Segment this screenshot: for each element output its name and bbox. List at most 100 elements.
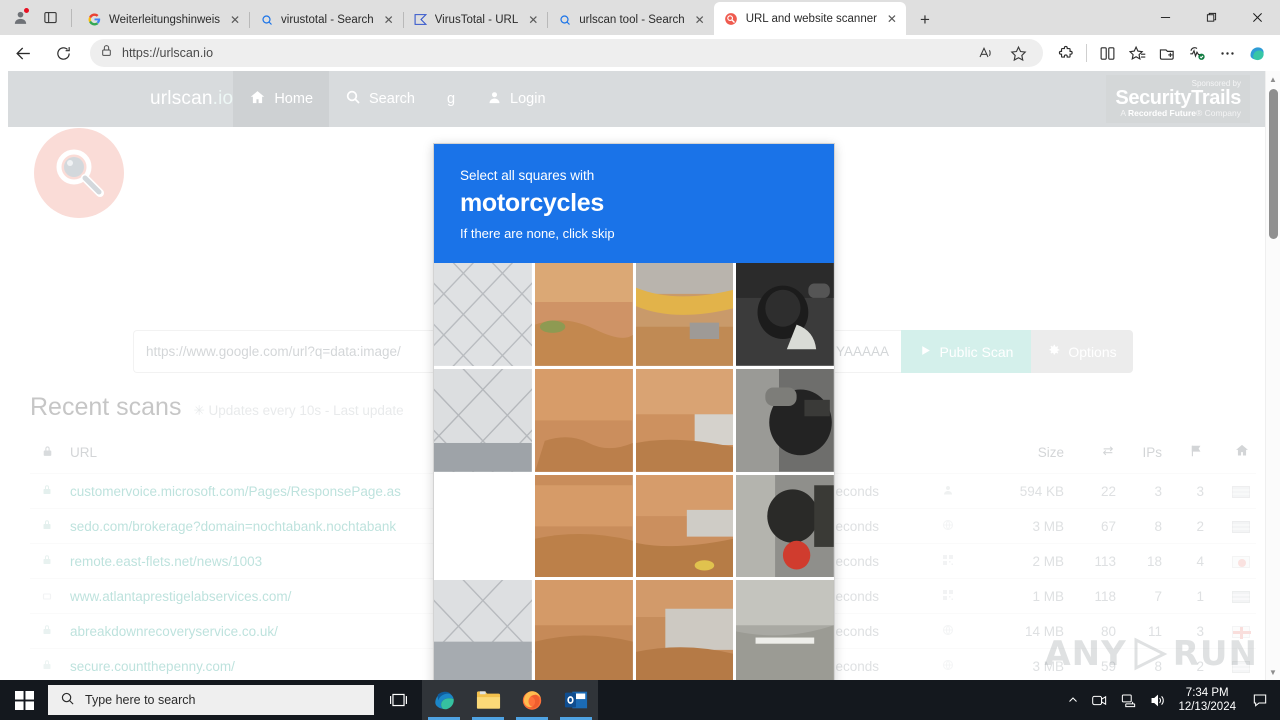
close-window-button[interactable] <box>1234 0 1280 34</box>
scroll-up-arrow-icon[interactable]: ▲ <box>1266 71 1280 87</box>
sponsor-line3-prefix: A <box>1120 108 1128 119</box>
reload-icon[interactable] <box>46 38 80 68</box>
recaptcha-tile[interactable] <box>635 263 734 366</box>
recaptcha-tile[interactable] <box>736 474 834 578</box>
page-scrollbar[interactable]: ▲ ▼ <box>1265 71 1280 680</box>
recaptcha-tile[interactable] <box>434 263 532 366</box>
column-size[interactable]: Size <box>974 439 1070 474</box>
task-view-icon[interactable] <box>374 680 422 720</box>
sponsor-line3-suffix: ® Company <box>1195 108 1241 119</box>
options-button[interactable]: Options <box>1031 330 1133 373</box>
sponsor-line2: SecurityTrails <box>1115 87 1241 110</box>
recording-icon[interactable] <box>1091 693 1108 708</box>
home-icon <box>249 89 266 110</box>
scrollbar-thumb[interactable] <box>1269 89 1278 239</box>
back-arrow-icon[interactable] <box>6 38 40 68</box>
new-tab-button[interactable]: + <box>910 5 940 35</box>
row-url-link[interactable]: secure.countthepenny.com/ <box>70 659 235 674</box>
recaptcha-tile[interactable] <box>434 368 532 472</box>
row-url-link[interactable]: sedo.com/brokerage?domain=nochtabank.noc… <box>70 519 396 534</box>
maximize-restore-button[interactable] <box>1188 0 1234 34</box>
row-requests: 113 <box>1070 543 1122 579</box>
taskbar-search-input[interactable]: Type here to search <box>48 685 374 715</box>
recent-scans-header: Recent scans ✳ Updates every 10s - Last … <box>30 393 404 422</box>
site-brand[interactable]: urlscan.io <box>150 88 233 110</box>
collections-icon[interactable] <box>1122 39 1152 67</box>
recaptcha-tile[interactable] <box>434 474 532 578</box>
chevron-up-icon[interactable] <box>1067 694 1079 706</box>
firefox-icon[interactable] <box>510 680 554 720</box>
sponsor-line3: A Recorded Future® Company <box>1115 109 1241 118</box>
column-requests[interactable] <box>1070 439 1122 474</box>
edge-icon[interactable] <box>422 680 466 720</box>
row-url-link[interactable]: customervoice.microsoft.com/Pages/Respon… <box>70 484 401 499</box>
magnifier-logo-icon[interactable] <box>34 128 124 218</box>
windows-start-icon[interactable] <box>0 680 48 720</box>
recaptcha-prompt-line3: If there are none, click skip <box>460 226 615 241</box>
close-icon[interactable]: ✕ <box>884 11 900 27</box>
split-screen-icon[interactable] <box>1092 39 1122 67</box>
taskbar-clock[interactable]: 7:34 PM 12/13/2024 <box>1178 686 1236 715</box>
recaptcha-tile[interactable] <box>736 263 834 366</box>
read-aloud-icon[interactable] <box>971 39 1001 67</box>
volume-icon[interactable] <box>1149 693 1166 708</box>
close-icon[interactable]: ✕ <box>692 12 708 28</box>
toolbar-divider <box>1086 44 1087 62</box>
row-url-link[interactable]: remote.east-flets.net/news/1003 <box>70 554 262 569</box>
recaptcha-tile[interactable] <box>534 263 633 366</box>
close-icon[interactable]: ✕ <box>525 12 541 28</box>
row-url-link[interactable]: www.atlantaprestigelabservices.com/ <box>70 589 291 604</box>
recaptcha-tile[interactable] <box>635 368 734 472</box>
minimize-button[interactable] <box>1142 0 1188 34</box>
recaptcha-tile[interactable] <box>534 368 633 472</box>
column-flag[interactable] <box>1168 439 1210 474</box>
tab-virustotal-url[interactable]: VirusTotal - URL ✕ <box>403 4 549 35</box>
tab-weiterleitungshinweis[interactable]: Weiterleitungshinweis ✕ <box>77 4 251 35</box>
recaptcha-tile[interactable] <box>635 580 734 680</box>
recaptcha-tile[interactable] <box>736 368 834 472</box>
tab-urlscan-tool-search[interactable]: urlscan tool - Search ✕ <box>547 4 715 35</box>
tab-actions-button[interactable] <box>36 4 64 32</box>
recaptcha-tile[interactable] <box>534 580 633 680</box>
copilot-icon[interactable] <box>1242 39 1272 67</box>
row-flag-count: 1 <box>1168 578 1210 614</box>
address-bar[interactable]: https://urlscan.io <box>90 39 1043 67</box>
nav-item-search[interactable]: Search <box>329 71 431 127</box>
column-country[interactable] <box>1210 439 1256 474</box>
login-button[interactable]: Login <box>471 71 561 127</box>
close-icon[interactable]: ✕ <box>227 12 243 28</box>
browser-window: Weiterleitungshinweis ✕ virustotal - Sea… <box>0 0 1280 680</box>
file-explorer-icon[interactable] <box>466 680 510 720</box>
nav-item-blog[interactable]: g <box>431 71 471 127</box>
favorite-star-icon[interactable] <box>1003 39 1033 67</box>
tab-title: Weiterleitungshinweis <box>109 13 221 26</box>
recaptcha-tile[interactable] <box>736 580 834 680</box>
urlscan-icon <box>724 11 739 26</box>
add-to-icon[interactable] <box>1152 39 1182 67</box>
watermark-text-b: RUN <box>1172 634 1258 674</box>
outlook-icon[interactable] <box>554 680 598 720</box>
browser-essentials-icon[interactable] <box>1182 39 1212 67</box>
profile-button[interactable] <box>6 4 34 32</box>
gear-icon <box>1047 343 1061 360</box>
recaptcha-tile[interactable] <box>635 474 734 578</box>
recaptcha-tile[interactable] <box>534 474 633 578</box>
row-url-link[interactable]: abreakdownrecoveryservice.co.uk/ <box>70 624 278 639</box>
site-header: urlscan.io Home Search g Login Sponsored… <box>8 71 1272 127</box>
public-scan-button[interactable]: Public Scan <box>901 330 1031 373</box>
network-icon[interactable] <box>1120 693 1137 708</box>
column-ips[interactable]: IPs <box>1122 439 1168 474</box>
settings-more-icon[interactable] <box>1212 39 1242 67</box>
row-lock-icon <box>30 648 64 680</box>
notification-icon[interactable] <box>1248 680 1272 720</box>
row-requests: 22 <box>1070 473 1122 509</box>
tab-url-and-website-scanner[interactable]: URL and website scanner ✕ <box>713 2 906 35</box>
recaptcha-tile[interactable] <box>434 580 532 680</box>
close-icon[interactable]: ✕ <box>381 12 397 28</box>
scroll-down-arrow-icon[interactable]: ▼ <box>1266 664 1280 680</box>
nav-item-home[interactable]: Home <box>233 71 330 127</box>
sponsor-banner[interactable]: Sponsored by SecurityTrails A Recorded F… <box>1106 74 1250 124</box>
extensions-icon[interactable] <box>1051 39 1081 67</box>
user-icon <box>922 473 974 509</box>
tab-virustotal-search[interactable]: virustotal - Search ✕ <box>249 4 404 35</box>
